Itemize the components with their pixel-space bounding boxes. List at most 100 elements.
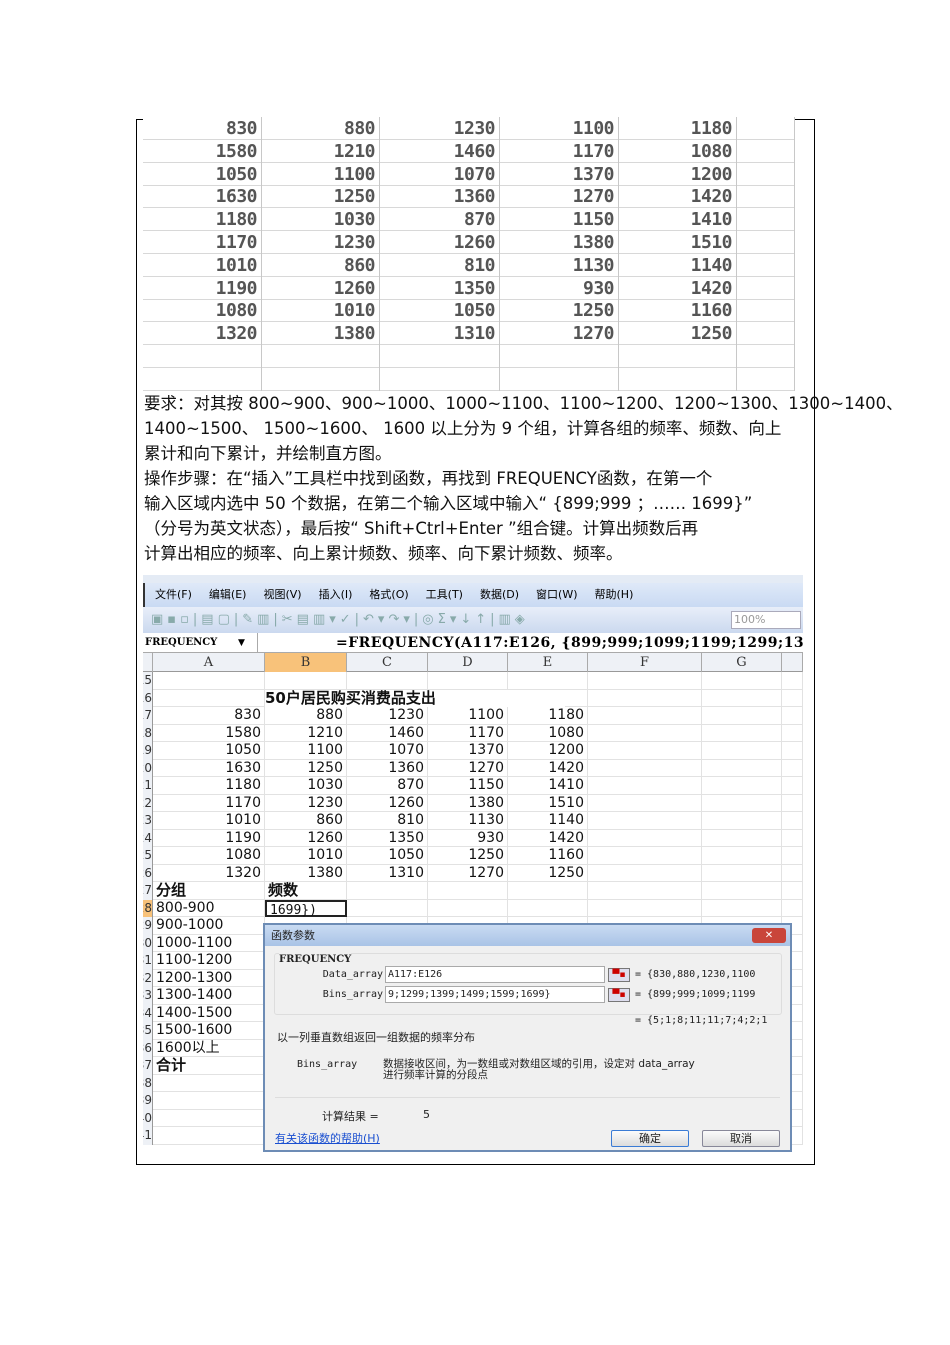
cell[interactable] xyxy=(508,882,588,900)
column-header[interactable]: A xyxy=(153,653,265,672)
menu-item[interactable]: 文件(F) xyxy=(155,583,192,607)
cell[interactable]: 1420 xyxy=(508,829,588,847)
cell[interactable] xyxy=(265,672,347,690)
cell[interactable] xyxy=(428,672,508,690)
cell[interactable] xyxy=(588,882,702,900)
chevron-down-icon[interactable]: ▼ xyxy=(238,633,245,653)
help-link[interactable]: 有关该函数的帮助(H) xyxy=(275,1130,380,1146)
cell[interactable] xyxy=(702,899,782,917)
row-header[interactable]: 140 xyxy=(143,1109,153,1127)
cell[interactable]: 1050 xyxy=(153,742,265,760)
cell[interactable]: 1080 xyxy=(508,724,588,742)
menu-item[interactable]: 工具(T) xyxy=(426,583,463,607)
cell[interactable] xyxy=(702,829,782,847)
cell[interactable]: 1500-1600 xyxy=(153,1022,265,1040)
cell[interactable] xyxy=(347,672,428,690)
cell[interactable] xyxy=(702,689,782,707)
cell[interactable]: 800-900 xyxy=(153,899,265,917)
cell[interactable]: 1370 xyxy=(428,742,508,760)
cell[interactable]: 1460 xyxy=(347,724,428,742)
cell[interactable]: 1200-1300 xyxy=(153,969,265,987)
cell[interactable] xyxy=(702,707,782,725)
cell[interactable] xyxy=(588,794,702,812)
menu-item[interactable]: 插入(I) xyxy=(319,583,353,607)
cell[interactable]: 1180 xyxy=(153,777,265,795)
cell[interactable]: 1080 xyxy=(153,847,265,865)
cell[interactable] xyxy=(702,742,782,760)
cell[interactable]: 1100 xyxy=(428,707,508,725)
cell[interactable]: 1410 xyxy=(508,777,588,795)
cell[interactable]: 1350 xyxy=(347,829,428,847)
cell[interactable] xyxy=(588,812,702,830)
cell[interactable] xyxy=(588,759,702,777)
collapse-dialog-icon[interactable]: ▀▪ xyxy=(608,968,630,982)
cell[interactable]: 1010 xyxy=(265,847,347,865)
cell[interactable]: 1400-1500 xyxy=(153,1004,265,1022)
column-header[interactable]: C xyxy=(347,653,428,672)
cell[interactable]: 1030 xyxy=(265,777,347,795)
cell[interactable] xyxy=(782,742,803,760)
cell[interactable]: 1230 xyxy=(347,707,428,725)
formula-input[interactable]: =FREQUENCY(A117:E126, {899;999;1099;1199… xyxy=(336,633,803,653)
cell[interactable] xyxy=(782,794,803,812)
menu-item[interactable]: 格式(O) xyxy=(369,583,408,607)
cell[interactable] xyxy=(702,759,782,777)
row-header[interactable]: 121 xyxy=(143,777,153,795)
cell[interactable]: 1140 xyxy=(508,812,588,830)
cell[interactable] xyxy=(588,707,702,725)
cell[interactable] xyxy=(588,689,702,707)
menu-item[interactable]: 编辑(E) xyxy=(209,583,247,607)
cell[interactable]: 1160 xyxy=(508,847,588,865)
cell[interactable] xyxy=(153,1074,265,1092)
row-header[interactable]: 129 xyxy=(143,917,153,935)
close-button[interactable]: ✕ xyxy=(752,928,786,943)
cell[interactable] xyxy=(588,777,702,795)
row-header[interactable]: 137 xyxy=(143,1057,153,1075)
row-header[interactable]: 126 xyxy=(143,864,153,882)
cell[interactable]: 1250 xyxy=(428,847,508,865)
cell[interactable]: 1380 xyxy=(428,794,508,812)
cell[interactable] xyxy=(428,882,508,900)
cell[interactable]: 1580 xyxy=(153,724,265,742)
cell[interactable]: 1170 xyxy=(428,724,508,742)
cell[interactable]: 1260 xyxy=(347,794,428,812)
cell[interactable]: 1380 xyxy=(265,864,347,882)
cell[interactable] xyxy=(782,759,803,777)
cell[interactable]: 分组 xyxy=(153,881,265,900)
row-header[interactable]: 130 xyxy=(143,934,153,952)
cell[interactable]: 1200 xyxy=(508,742,588,760)
row-header[interactable]: 131 xyxy=(143,952,153,970)
cell[interactable]: 1360 xyxy=(347,759,428,777)
cell[interactable]: 1270 xyxy=(428,864,508,882)
cell[interactable] xyxy=(782,707,803,725)
cell[interactable] xyxy=(153,1109,265,1127)
cell[interactable]: 1150 xyxy=(428,777,508,795)
cell[interactable]: 合计 xyxy=(153,1056,265,1075)
cell[interactable]: 900-1000 xyxy=(153,917,265,935)
cell[interactable]: 1210 xyxy=(265,724,347,742)
cell[interactable] xyxy=(782,777,803,795)
cell[interactable] xyxy=(153,1127,265,1145)
cell[interactable]: 1260 xyxy=(265,829,347,847)
row-header[interactable]: 132 xyxy=(143,969,153,987)
row-header[interactable]: 127 xyxy=(143,882,153,900)
cell[interactable]: 1010 xyxy=(153,812,265,830)
cell[interactable]: 1100-1200 xyxy=(153,952,265,970)
active-cell[interactable]: 1699}) xyxy=(265,899,347,918)
cell[interactable] xyxy=(702,777,782,795)
cell[interactable]: 930 xyxy=(428,829,508,847)
cell[interactable]: 1230 xyxy=(265,794,347,812)
cell[interactable]: 1250 xyxy=(508,864,588,882)
cell[interactable]: 1100 xyxy=(265,742,347,760)
select-all-corner[interactable] xyxy=(143,653,153,672)
cell[interactable]: 1320 xyxy=(153,864,265,882)
cell[interactable]: 1630 xyxy=(153,759,265,777)
cell[interactable] xyxy=(782,899,803,917)
cell[interactable] xyxy=(588,742,702,760)
column-header[interactable]: D xyxy=(428,653,508,672)
row-header[interactable]: 115 xyxy=(143,672,153,690)
column-header[interactable]: E xyxy=(508,653,588,672)
row-header[interactable]: 124 xyxy=(143,829,153,847)
cell[interactable] xyxy=(782,689,803,707)
cell[interactable]: 1070 xyxy=(347,742,428,760)
